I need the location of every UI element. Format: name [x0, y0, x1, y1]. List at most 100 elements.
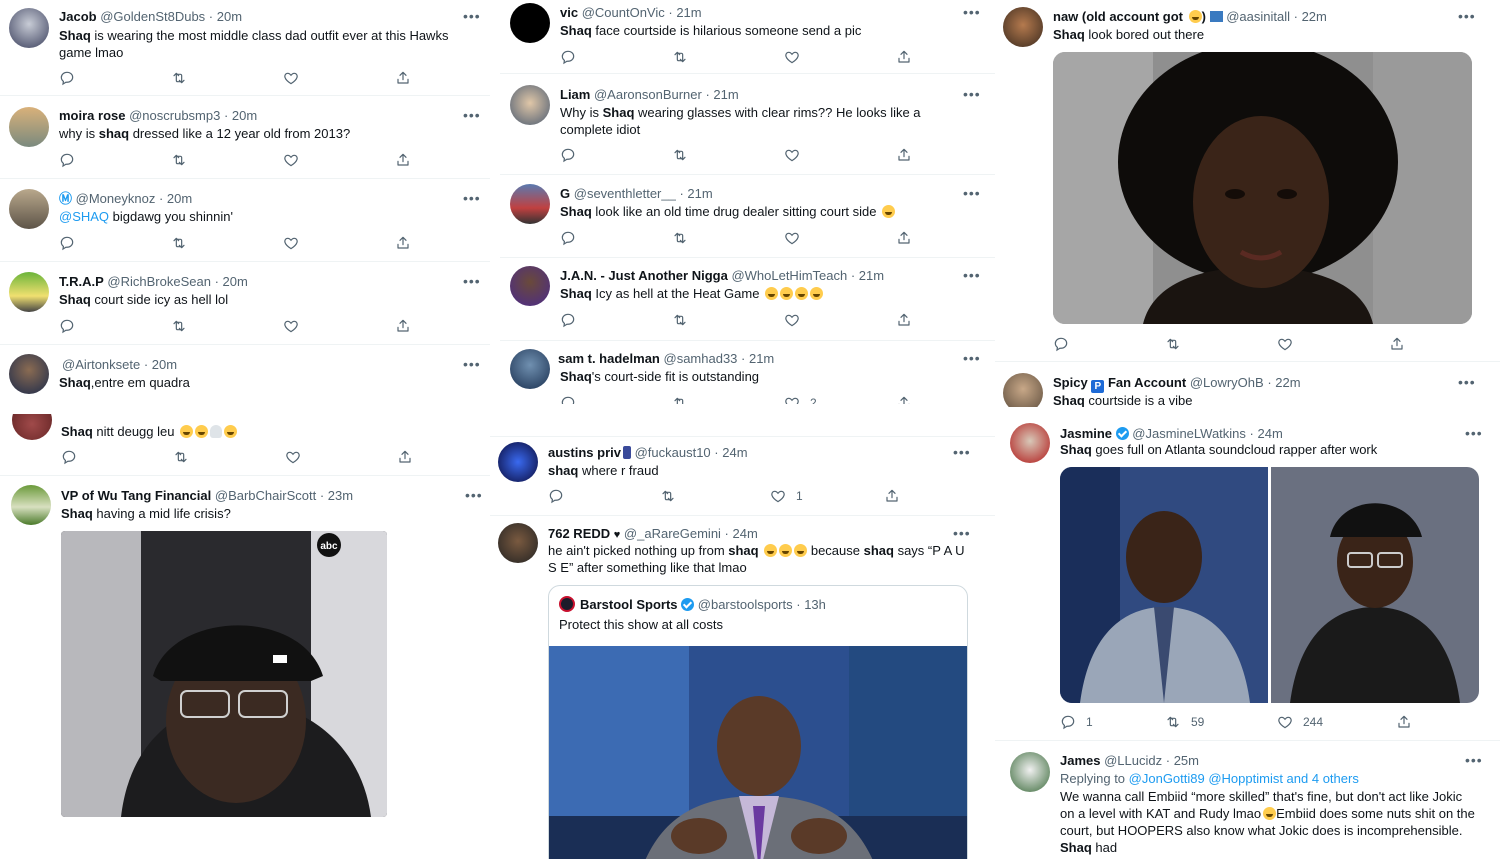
avatar[interactable] [9, 107, 49, 147]
author-handle[interactable]: @JasmineLWatkins [1132, 426, 1246, 441]
retweet-button[interactable] [171, 317, 187, 335]
more-options-icon[interactable]: ••• [465, 488, 483, 502]
share-button[interactable] [1389, 335, 1405, 353]
avatar[interactable] [510, 3, 550, 43]
tweet[interactable]: G @seventhletter__ · 21m ••• Shaq look l… [500, 176, 1000, 258]
tweet-photo-grid[interactable] [1060, 467, 1479, 703]
author-handle[interactable]: @aasinitall [1226, 9, 1290, 24]
tweet-time[interactable]: 21m [859, 268, 884, 283]
retweet-button[interactable] [672, 229, 688, 247]
reply-button[interactable] [59, 317, 75, 335]
tweet-time[interactable]: 21m [687, 186, 712, 201]
avatar[interactable] [1003, 7, 1043, 47]
more-options-icon[interactable]: ••• [1458, 9, 1476, 23]
author-name[interactable]: 762 REDD [548, 526, 610, 541]
like-button[interactable] [283, 234, 299, 252]
more-options-icon[interactable]: ••• [963, 5, 981, 19]
more-options-icon[interactable]: ••• [463, 9, 481, 23]
tweet-time[interactable]: 24m [1257, 426, 1282, 441]
more-options-icon[interactable]: ••• [463, 357, 481, 371]
author-name[interactable]: James [1060, 753, 1100, 768]
author-name[interactable]: VP of Wu Tang Financial [61, 488, 211, 503]
share-button[interactable] [395, 234, 411, 252]
tweet-time[interactable]: 21m [676, 5, 701, 20]
avatar[interactable] [9, 354, 49, 394]
avatar[interactable] [9, 272, 49, 312]
tweet[interactable]: Jasmine @JasmineLWatkins · 24m ••• Shaq … [995, 419, 1500, 741]
reply-button[interactable] [560, 146, 576, 164]
like-button[interactable]: 2 [784, 394, 817, 404]
tweet[interactable]: sam t. hadelman @samhad33 · 21m ••• Shaq… [500, 342, 1000, 404]
avatar[interactable] [12, 414, 52, 440]
retweet-button[interactable] [171, 151, 187, 169]
retweet-button[interactable] [672, 146, 688, 164]
reply-button[interactable] [560, 394, 576, 404]
tweet[interactable]: Shaq nitt deugg leu [0, 414, 490, 476]
author-handle[interactable]: @noscrubsmp3 [129, 108, 220, 123]
tweet-time[interactable]: 24m [722, 445, 747, 460]
avatar[interactable] [510, 85, 550, 125]
retweet-button[interactable] [672, 48, 688, 66]
tweet[interactable]: 762 REDD ♥ @_aRareGemini · 24m ••• he ai… [490, 517, 1000, 859]
reply-button[interactable]: 1 [1060, 713, 1093, 731]
reply-button[interactable] [59, 151, 75, 169]
avatar[interactable] [1003, 373, 1043, 407]
more-options-icon[interactable]: ••• [963, 268, 981, 282]
more-options-icon[interactable]: ••• [463, 108, 481, 122]
more-options-icon[interactable]: ••• [953, 526, 971, 540]
tweet[interactable]: moira rose @noscrubsmp3 · 20m ••• why is… [0, 97, 490, 179]
tweet-time[interactable]: 25m [1174, 753, 1199, 768]
more-options-icon[interactable]: ••• [963, 351, 981, 365]
quoted-author-handle[interactable]: @barstoolsports [698, 597, 793, 612]
like-button[interactable] [784, 146, 800, 164]
like-button[interactable] [283, 69, 299, 87]
retweet-button[interactable] [1165, 335, 1181, 353]
author-handle[interactable]: @_aRareGemini [624, 526, 721, 541]
share-button[interactable] [395, 69, 411, 87]
retweet-button[interactable]: 59 [1165, 713, 1204, 731]
tweet[interactable]: austins priv @fuckaust10 · 24m ••• shaq … [490, 436, 1000, 516]
avatar[interactable] [9, 8, 49, 48]
share-button[interactable] [395, 151, 411, 169]
like-button[interactable] [285, 448, 301, 466]
more-options-icon[interactable]: ••• [953, 445, 971, 459]
more-options-icon[interactable]: ••• [963, 87, 981, 101]
author-handle[interactable]: @GoldenSt8Dubs [100, 9, 205, 24]
author-name[interactable]: Jacob [59, 9, 97, 24]
share-button[interactable] [896, 311, 912, 329]
tweet-time[interactable]: 20m [232, 108, 257, 123]
quoted-photo[interactable] [549, 646, 967, 859]
retweet-button[interactable] [171, 234, 187, 252]
author-name[interactable]: Ⓜ [59, 191, 72, 206]
share-button[interactable] [395, 317, 411, 335]
tweet[interactable]: T.R.A.P @RichBrokeSean · 20m ••• Shaq co… [0, 263, 490, 345]
author-handle[interactable]: @CountOnVic [582, 5, 665, 20]
quoted-tweet[interactable]: Barstool Sports @barstoolsports · 13h Pr… [548, 585, 968, 859]
tweet-time[interactable]: 23m [328, 488, 353, 503]
author-handle[interactable]: @Moneyknoz [76, 191, 156, 206]
like-button[interactable] [283, 151, 299, 169]
author-handle[interactable]: @fuckaust10 [635, 445, 711, 460]
share-button[interactable] [884, 487, 900, 505]
avatar[interactable] [510, 184, 550, 224]
like-button[interactable]: 244 [1277, 713, 1323, 731]
reply-button[interactable] [560, 48, 576, 66]
reply-button[interactable] [61, 448, 77, 466]
share-button[interactable] [896, 229, 912, 247]
quoted-author-name[interactable]: Barstool Sports [580, 597, 678, 612]
share-button[interactable] [896, 146, 912, 164]
retweet-button[interactable] [173, 448, 189, 466]
tweet[interactable]: Ⓜ @Moneyknoz · 20m ••• @SHAQ bigdawg you… [0, 180, 490, 262]
author-name[interactable]: austins priv [548, 445, 621, 460]
tweet[interactable]: J.A.N. - Just Another Nigga @WhoLetHimTe… [500, 259, 1000, 341]
like-button[interactable] [784, 48, 800, 66]
tweet-time[interactable]: 24m [733, 526, 758, 541]
quoted-avatar[interactable] [559, 596, 575, 612]
author-name[interactable]: Liam [560, 87, 590, 102]
tweet[interactable]: Liam @AaronsonBurner · 21m ••• Why is Sh… [500, 75, 1000, 175]
author-name[interactable]: Spicy [1053, 375, 1088, 390]
tweet[interactable]: @Airtonksete · 20m ••• Shaq,entre em qua… [0, 346, 490, 404]
author-name-suffix[interactable]: Fan Account [1108, 375, 1186, 390]
reply-button[interactable] [59, 234, 75, 252]
tweet[interactable]: Jacob @GoldenSt8Dubs · 20m ••• Shaq is w… [0, 0, 490, 96]
